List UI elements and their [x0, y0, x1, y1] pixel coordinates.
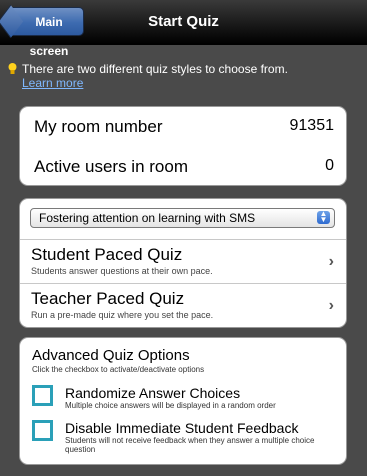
dropdown-arrows-icon: ▲ ▼	[317, 210, 330, 224]
quiz-select-dropdown[interactable]: Fostering attention on learning with SMS…	[30, 208, 335, 228]
student-paced-subtitle: Students answer questions at their own p…	[31, 266, 213, 276]
randomize-option-title: Randomize Answer Choices	[65, 385, 241, 401]
info-text: There are two different quiz styles to c…	[22, 62, 288, 76]
active-users-value: 0	[325, 157, 334, 174]
info-message: There are two different quiz styles to c…	[8, 62, 352, 90]
student-paced-title: Student Paced Quiz	[31, 245, 183, 264]
learn-more-link[interactable]: Learn more	[22, 76, 83, 90]
teacher-paced-title: Teacher Paced Quiz	[31, 289, 185, 308]
active-users-label: Active users in room	[34, 157, 188, 176]
disable-feedback-checkbox[interactable]	[32, 420, 53, 441]
teacher-paced-subtitle: Run a pre-made quiz where you set the pa…	[31, 310, 214, 320]
advanced-options-title: Advanced Quiz Options	[32, 347, 190, 364]
quiz-select-row: Fostering attention on learning with SMS…	[20, 199, 346, 240]
randomize-option-subtitle: Multiple choice answers will be displaye…	[65, 401, 276, 410]
randomize-checkbox[interactable]	[32, 385, 53, 406]
advanced-options-panel: Advanced Quiz Options Click the checkbox…	[19, 337, 347, 465]
room-number-label: My room number	[34, 117, 163, 136]
advanced-options-subtitle: Click the checkbox to activate/deactivat…	[32, 365, 205, 374]
active-users-row: Active users in room 0	[20, 147, 346, 184]
disable-feedback-option-title: Disable Immediate Student Feedback	[65, 420, 299, 436]
room-number-value: 91351	[289, 117, 335, 134]
chevron-right-icon: ›	[328, 253, 334, 270]
quiz-panel: Fostering attention on learning with SMS…	[19, 198, 347, 328]
room-number-row: My room number 91351	[20, 107, 346, 147]
quiz-select-value: Fostering attention on learning with SMS	[39, 211, 256, 225]
teacher-paced-quiz-row[interactable]: Teacher Paced Quiz Run a pre-made quiz w…	[20, 284, 346, 327]
room-panel: My room number 91351 Active users in roo…	[19, 106, 347, 186]
student-paced-quiz-row[interactable]: Student Paced Quiz Students answer quest…	[20, 240, 346, 284]
disable-feedback-option-subtitle: Students will not receive feedback when …	[65, 436, 315, 454]
nav-bar: Main screen Start Quiz	[0, 0, 367, 58]
chevron-right-icon: ›	[328, 297, 334, 314]
lightbulb-icon	[8, 63, 17, 74]
